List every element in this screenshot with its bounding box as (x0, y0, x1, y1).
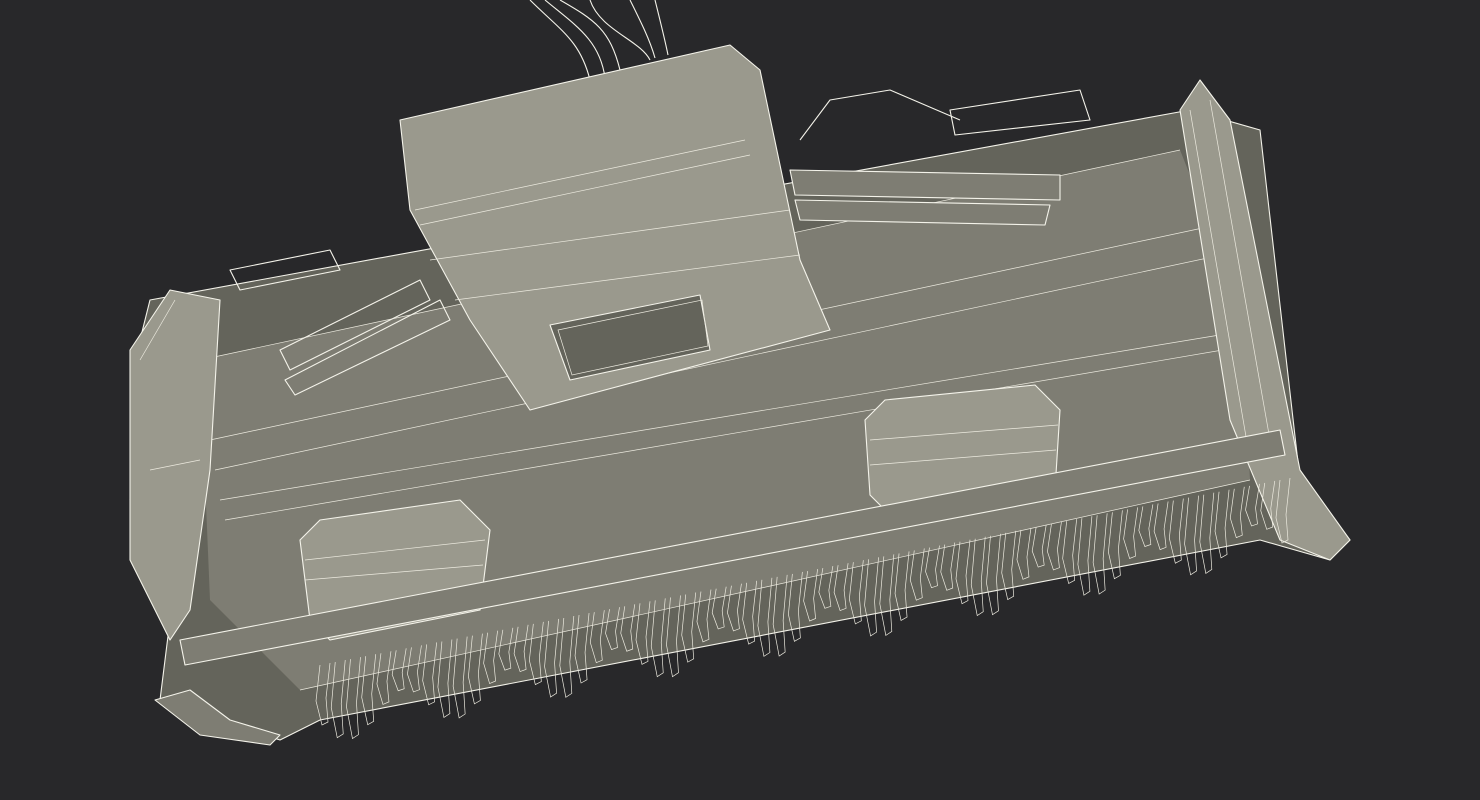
render-viewport (0, 0, 1480, 800)
mulcher-wireframe-render (129, 0, 1351, 746)
